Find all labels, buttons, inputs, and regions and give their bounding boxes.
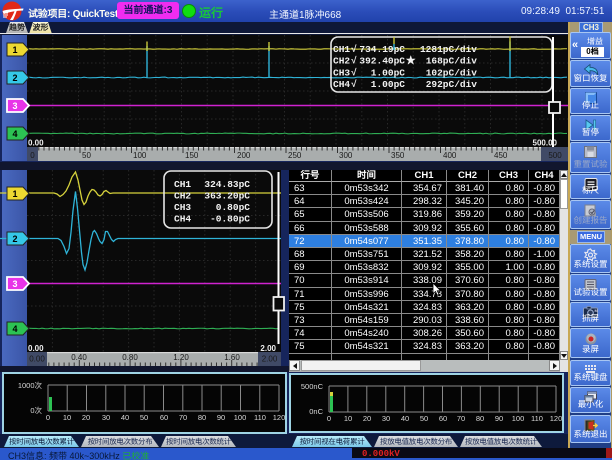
svg-text:50: 50 [420,414,428,423]
svg-text:3: 3 [12,101,17,111]
svg-text:292pC/div: 292pC/div [426,79,478,90]
svg-text:2.00: 2.00 [260,344,276,353]
svg-text:450: 450 [494,151,508,160]
svg-text:2: 2 [12,73,17,83]
svg-text:90: 90 [495,414,503,423]
svg-text:80: 80 [476,414,484,423]
svg-text:0nC: 0nC [309,407,323,416]
svg-text:10: 10 [63,413,71,422]
svg-text:√: √ [351,79,357,90]
svg-text:20: 20 [363,414,371,423]
svg-text:CH4: CH4 [174,214,191,225]
svg-text:√: √ [351,56,357,67]
svg-text:363.20pC: 363.20pC [204,191,250,202]
svg-text:√: √ [351,67,357,78]
svg-text:500: 500 [548,151,562,160]
svg-text:CH3: CH3 [333,67,350,78]
svg-text:40: 40 [401,414,409,423]
svg-text:70: 70 [179,413,187,422]
svg-text:200: 200 [237,151,251,160]
svg-text:50: 50 [140,413,148,422]
svg-text:90: 90 [217,413,225,422]
svg-text:1.00pC: 1.00pC [371,67,406,78]
svg-text:CH2: CH2 [174,191,191,202]
svg-text:0: 0 [30,151,35,160]
svg-text:1.20: 1.20 [173,353,189,362]
svg-text:1: 1 [12,45,17,55]
svg-text:150: 150 [185,151,199,160]
svg-text:250: 250 [288,151,302,160]
svg-text:√: √ [351,44,357,55]
svg-text:120: 120 [550,414,563,423]
svg-text:0.00: 0.00 [29,355,45,364]
svg-text:3: 3 [12,279,17,289]
svg-text:102pC/div: 102pC/div [426,67,478,78]
svg-text:40: 40 [121,413,129,422]
svg-text:324.83pC: 324.83pC [204,179,250,190]
svg-text:0.80pC: 0.80pC [216,202,251,213]
svg-text:110: 110 [254,413,266,422]
svg-text:30: 30 [102,413,110,422]
svg-text:20: 20 [82,413,90,422]
svg-text:★: ★ [406,53,416,67]
svg-text:100: 100 [234,413,247,422]
svg-text:400: 400 [443,151,457,160]
svg-text:0: 0 [46,413,50,422]
svg-text:168pC/div: 168pC/div [426,56,478,67]
svg-text:1281pC/div: 1281pC/div [420,44,477,55]
svg-text:60: 60 [439,414,447,423]
svg-text:CH1: CH1 [333,44,350,55]
svg-text:30: 30 [382,414,390,423]
svg-text:1000次: 1000次 [18,380,43,390]
svg-text:2.00: 2.00 [262,355,278,364]
svg-text:100: 100 [512,414,525,423]
svg-text:500nC: 500nC [301,382,324,391]
svg-text:100: 100 [133,151,147,160]
svg-text:0.00: 0.00 [28,344,44,353]
svg-text:110: 110 [531,414,543,423]
svg-text:CH2: CH2 [333,56,350,67]
svg-text:0.40: 0.40 [71,353,87,362]
svg-text:CH3: CH3 [174,202,191,213]
svg-text:1: 1 [12,189,17,199]
svg-text:350: 350 [391,151,405,160]
svg-text:392.40pC: 392.40pC [359,56,405,67]
svg-text:2: 2 [12,234,17,244]
svg-text:4: 4 [12,324,17,334]
svg-text:1.60: 1.60 [224,353,240,362]
svg-text:CH1: CH1 [174,179,191,190]
svg-text:1.00pC: 1.00pC [371,79,406,90]
svg-text:CH4: CH4 [333,79,350,90]
svg-text:0: 0 [327,414,331,423]
svg-text:120: 120 [273,413,286,422]
svg-text:4: 4 [12,129,17,139]
svg-text:0.80: 0.80 [122,353,138,362]
svg-text:500.00: 500.00 [533,139,558,148]
svg-text:734.19pC: 734.19pC [359,44,405,55]
svg-text:0次: 0次 [30,405,42,415]
svg-text:300: 300 [339,151,353,160]
svg-text:70: 70 [457,414,465,423]
svg-text:50: 50 [82,151,91,160]
svg-text:80: 80 [198,413,206,422]
svg-text:-0.80pC: -0.80pC [210,214,250,225]
svg-text:10: 10 [344,414,352,423]
svg-text:60: 60 [160,413,168,422]
